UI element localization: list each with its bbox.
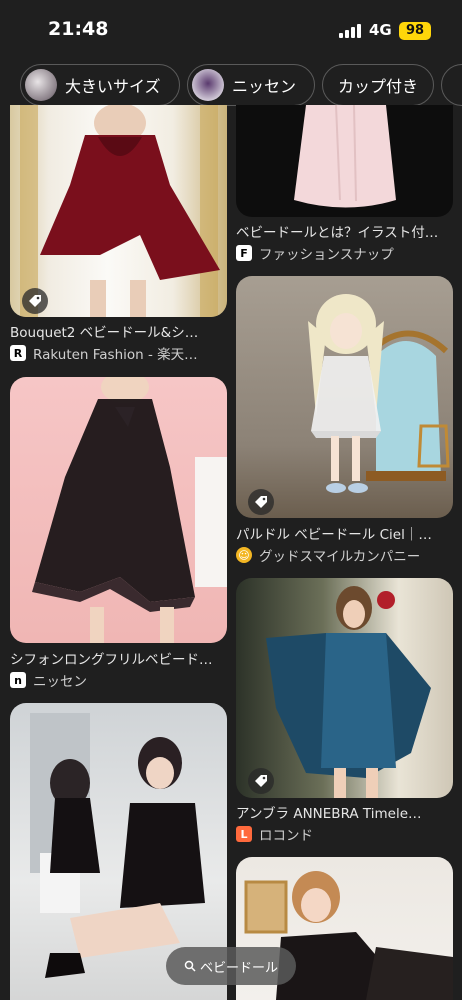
product-title[interactable]: シフォンロングフリルベビード… [10, 648, 227, 668]
locondo-icon: L [236, 826, 252, 842]
chip-label: カップ付き [337, 77, 418, 96]
rakuten-icon: R [10, 345, 26, 361]
source-label: ロコンド [259, 828, 313, 844]
source-label: グッドスマイルカンパニー [259, 549, 421, 565]
product-photo [266, 586, 431, 798]
search-icon [184, 960, 196, 972]
product-title[interactable]: ベビードールとは？イラスト付… [236, 221, 453, 241]
product-photo [32, 377, 227, 643]
product-source[interactable]: F ファッションスナップ [236, 243, 453, 263]
chip-large-size[interactable]: 大きいサイズ [20, 64, 180, 106]
chip-thumbnail [192, 69, 224, 101]
product-image[interactable] [10, 105, 227, 317]
tag-icon [22, 288, 48, 314]
product-photo [20, 105, 220, 317]
chip-nissen[interactable]: ニッセン [187, 64, 315, 106]
nissen-icon: n [10, 672, 26, 688]
product-source[interactable]: ☺ グッドスマイルカンパニー [236, 545, 453, 565]
source-label: Rakuten Fashion - 楽天… [33, 347, 198, 363]
product-title[interactable]: パルドル ベビードール Ciel｜… [236, 523, 453, 543]
chip-label: 大きいサイズ [65, 77, 161, 96]
chip-label: ニッセン [232, 77, 297, 96]
product-image[interactable] [236, 578, 453, 798]
goodsmile-icon: ☺ [236, 547, 252, 563]
clock: 21:48 [48, 18, 109, 40]
product-title[interactable]: Bouquet2 ベビードール&シ… [10, 321, 227, 341]
filter-chips: 大きいサイズ ニッセン カップ付き [0, 64, 462, 110]
fashionsnap-icon: F [236, 245, 252, 261]
source-label: ファッションスナップ [259, 247, 394, 263]
product-title[interactable]: アンブラ ANNEBRA Timele… [236, 802, 453, 822]
tag-icon [248, 489, 274, 515]
signal-icon [339, 24, 363, 38]
product-image[interactable] [10, 377, 227, 643]
chip-more[interactable] [441, 64, 462, 106]
tag-icon [248, 768, 274, 794]
product-photo [308, 294, 450, 493]
product-image[interactable] [236, 105, 453, 217]
product-image[interactable] [236, 276, 453, 518]
network-label: 4G [369, 21, 392, 39]
product-source[interactable]: n ニッセン [10, 670, 227, 690]
battery-icon: 98 [399, 22, 431, 40]
chip-cup[interactable]: カップ付き [322, 64, 434, 106]
product-photo [294, 105, 396, 208]
status-bar: 21:48 4G 98 [0, 0, 462, 62]
product-source[interactable]: L ロコンド [236, 824, 453, 844]
source-label: ニッセン [33, 674, 87, 690]
search-chip[interactable]: ベビードール [166, 947, 296, 985]
chip-thumbnail [25, 69, 57, 101]
search-chip-label: ベビードール [199, 960, 278, 976]
product-source[interactable]: R Rakuten Fashion - 楽天… [10, 343, 227, 363]
